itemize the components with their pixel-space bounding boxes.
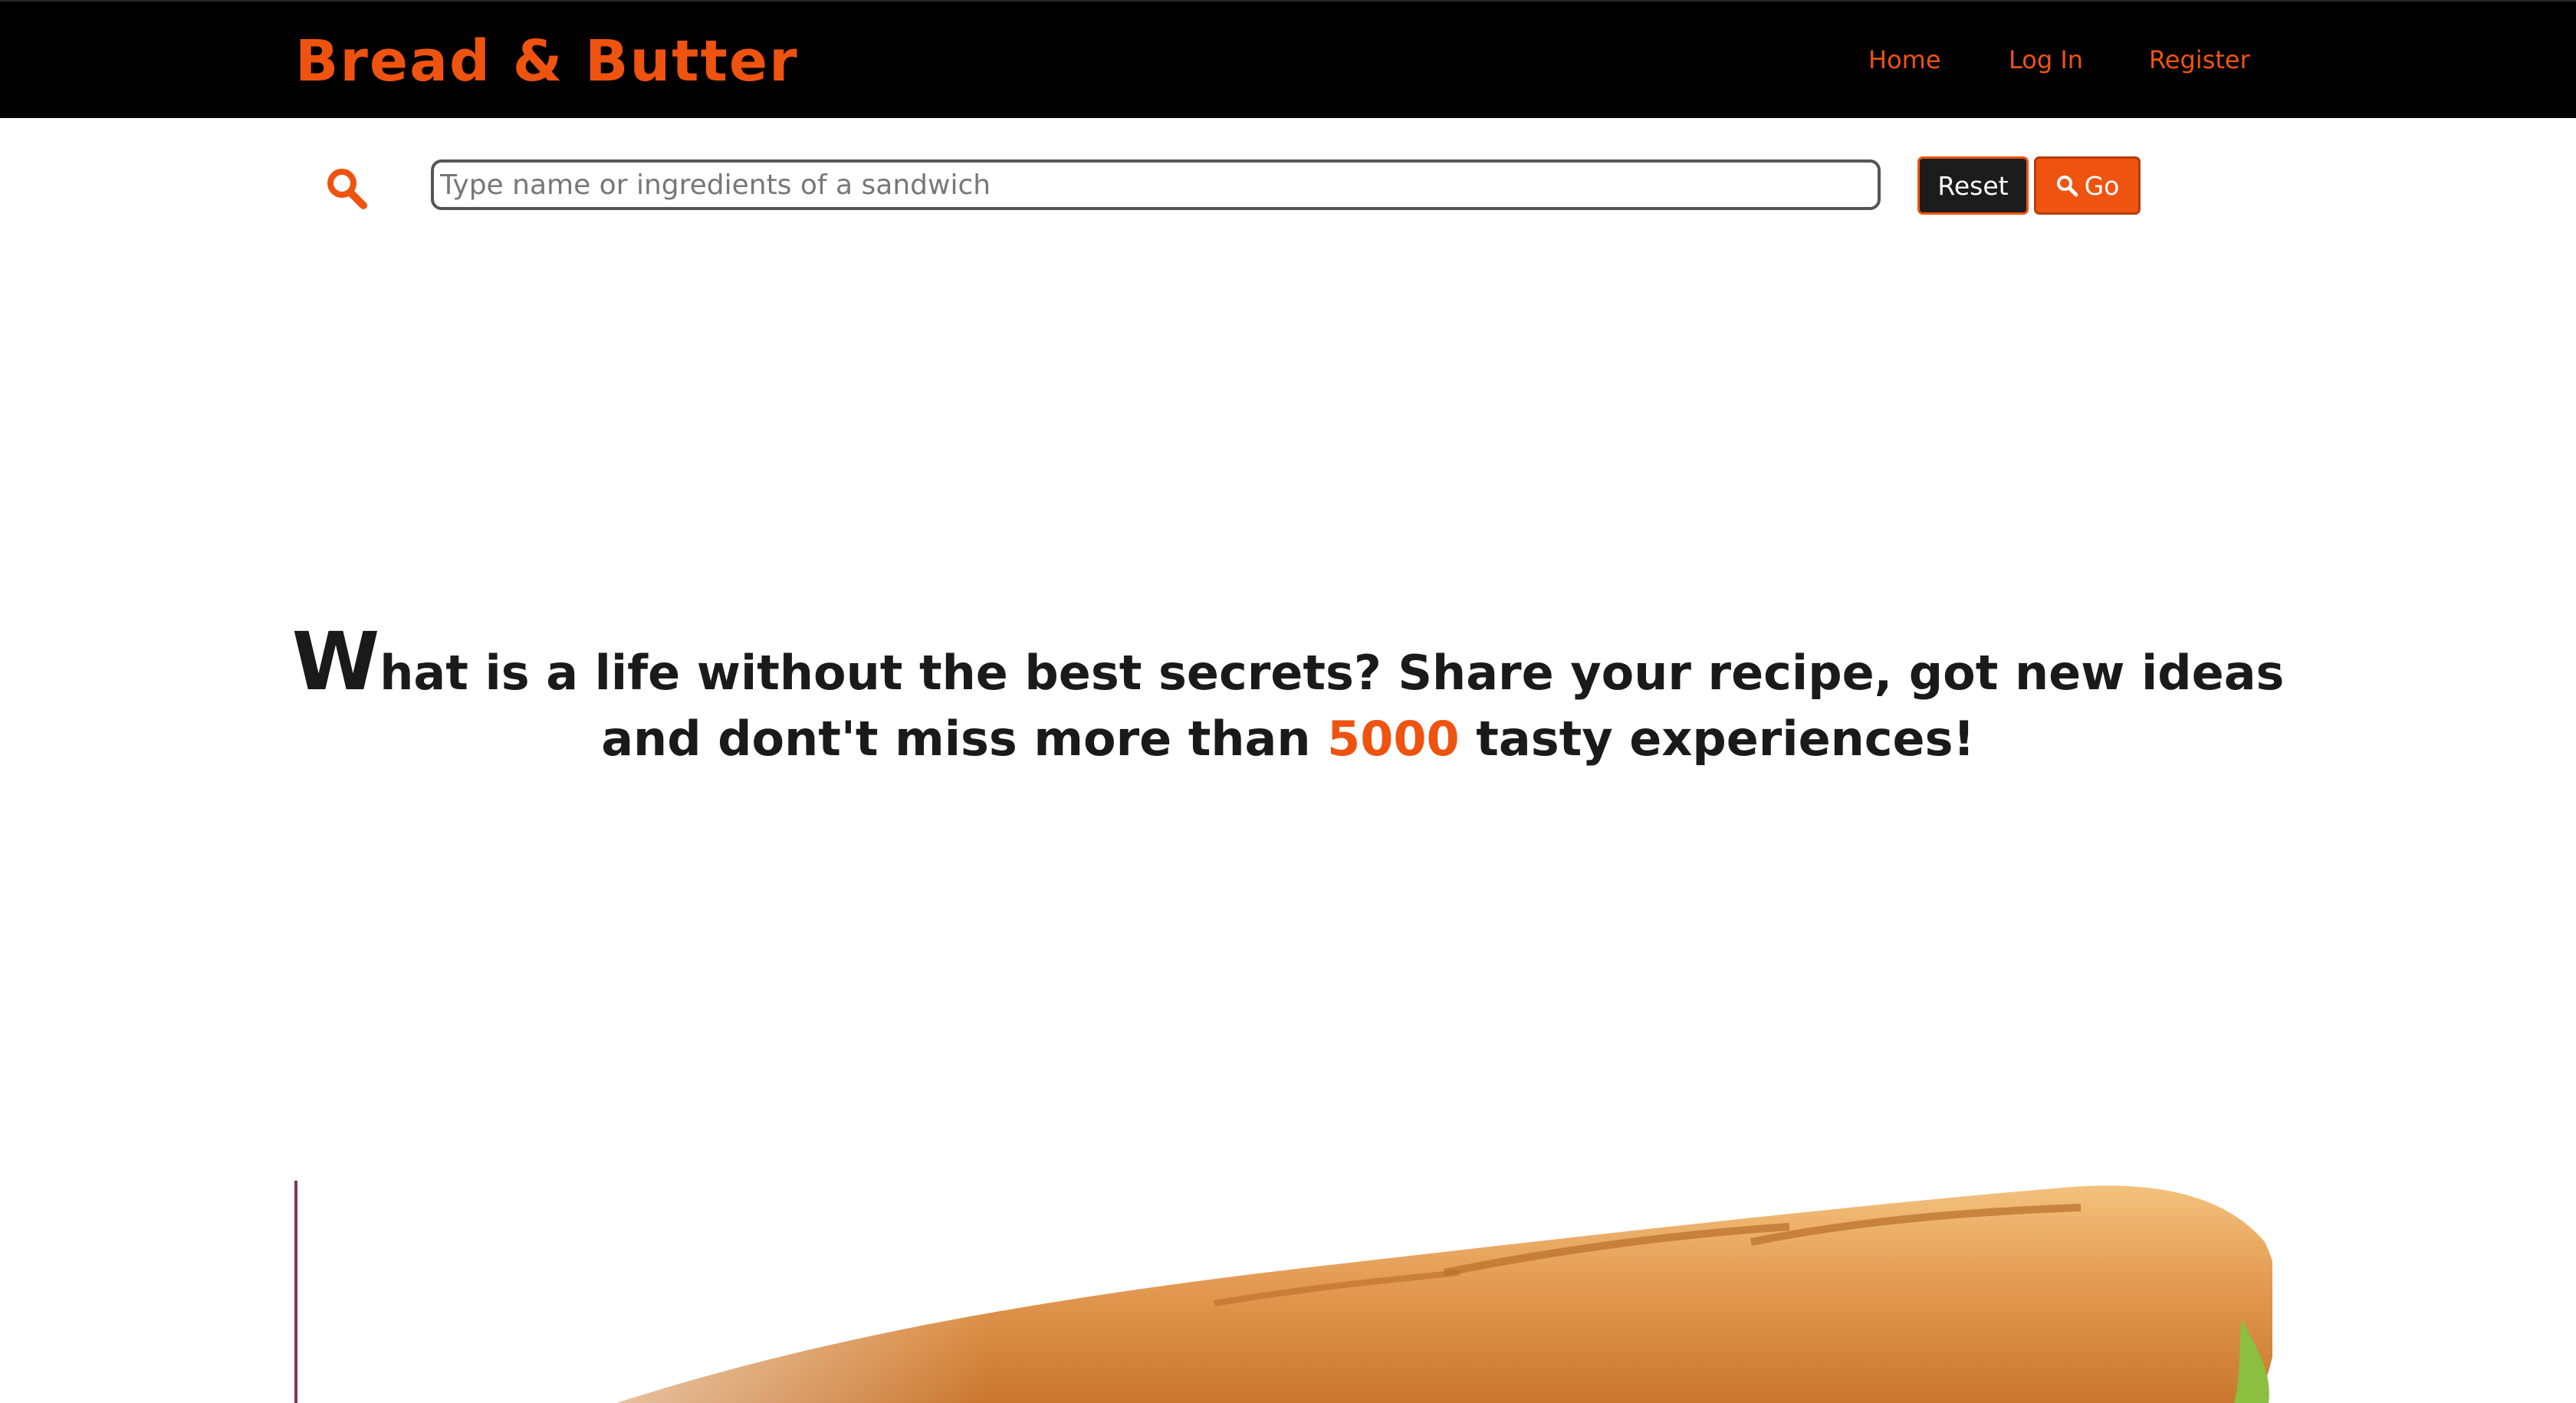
- hero-dropcap: W: [291, 615, 380, 708]
- hero-text-after: tasty experiences!: [1459, 711, 1975, 767]
- search-icon: [325, 166, 368, 211]
- nav-link-register[interactable]: Register: [2149, 41, 2250, 78]
- search-input[interactable]: [431, 159, 1881, 210]
- go-button[interactable]: Go: [2034, 156, 2141, 215]
- brand-logo[interactable]: Bread & Butter: [295, 25, 799, 98]
- navbar: Bread & Butter Home Log In Register: [0, 0, 2576, 118]
- go-button-label: Go: [2084, 170, 2120, 201]
- hero-highlight-count: 5000: [1327, 711, 1460, 767]
- reset-button-label: Reset: [1937, 170, 2009, 201]
- nav-link-home[interactable]: Home: [1868, 41, 1941, 78]
- hero-tagline: What is a life without the best secrets?…: [291, 622, 2285, 772]
- search-icon: [2056, 176, 2078, 197]
- hero-image-sandwich: [294, 1181, 2272, 1403]
- reset-button[interactable]: Reset: [1917, 156, 2029, 215]
- nav-link-login[interactable]: Log In: [2009, 41, 2083, 78]
